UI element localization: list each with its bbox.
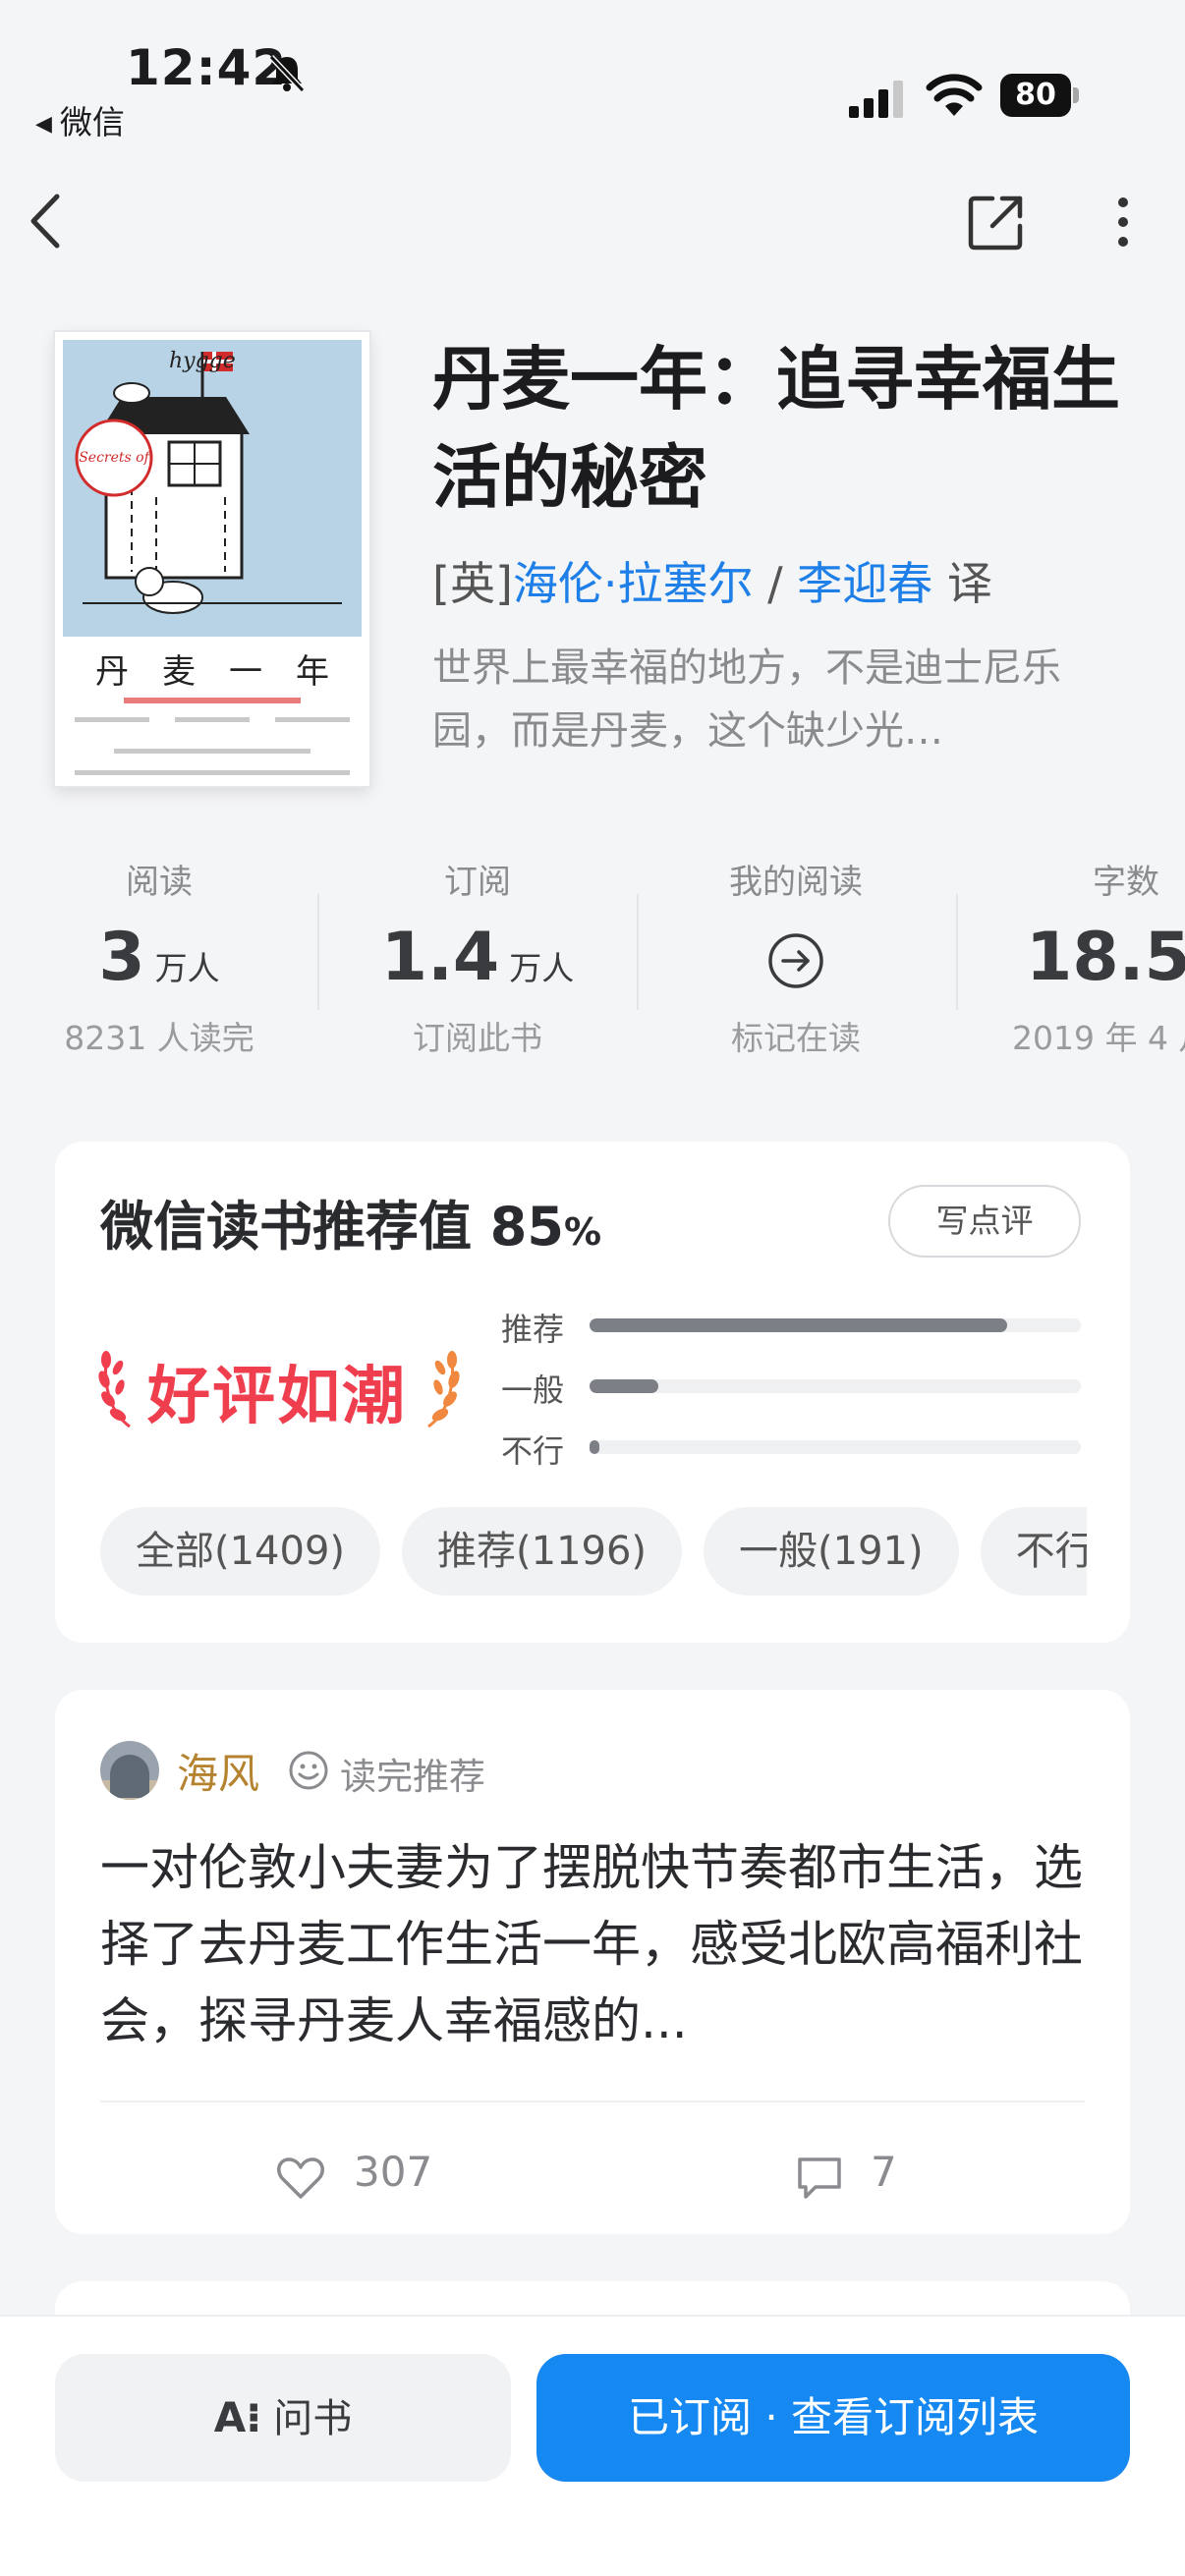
stat-reading[interactable]: 阅读 3 万人 8231 人读完: [12, 855, 307, 1059]
review-tag: 读完推荐: [340, 1756, 485, 1798]
stat-divider: [637, 894, 639, 1010]
stat-sub: 标记在读: [731, 1019, 861, 1057]
reviewer-avatar[interactable]: [100, 1741, 159, 1800]
recommend-title: 微信读书推荐值 85%: [100, 1183, 601, 1260]
rating-badge-text: 好评如潮: [147, 1361, 407, 1433]
more-options-icon[interactable]: [1100, 193, 1146, 252]
review-divider: [100, 2100, 1085, 2102]
battery-indicator: 80: [1000, 74, 1079, 117]
stat-label: 我的阅读: [729, 863, 863, 902]
book-cover[interactable]: Secrets of hygge 丹麦一年: [55, 332, 369, 786]
rating-bar-track: [590, 1318, 1081, 1332]
review-text[interactable]: 一对伦敦小夫妻为了摆脱快节奏都市生活，选择了去丹麦工作生活一年，感受北欧高福利社…: [100, 1829, 1083, 2059]
share-icon[interactable]: [967, 193, 1026, 252]
stat-sub: 2019 年 4 月上: [1012, 1019, 1185, 1057]
comment-icon[interactable]: [794, 2154, 845, 2201]
rating-bar-neutral: 一般: [501, 1366, 1081, 1409]
stat-label: 字数: [1093, 863, 1159, 902]
rating-badge: 好评如潮: [96, 1328, 480, 1436]
stat-sub: 订阅此书: [413, 1019, 542, 1057]
rating-bar-label: 一般: [501, 1372, 565, 1409]
book-authors: [英]海伦·拉塞尔 / 李迎春 译: [432, 548, 992, 613]
back-arrow-icon[interactable]: [22, 187, 81, 255]
write-review-button[interactable]: 写点评: [888, 1185, 1081, 1258]
stat-word-count[interactable]: 字数 18.5万 2019 年 4 月上: [1012, 855, 1185, 1059]
stat-value: 18.5: [1026, 919, 1185, 996]
cellular-signal-icon: [849, 81, 903, 118]
translator-suffix: 译: [932, 557, 992, 610]
reviewer-name[interactable]: 海风: [177, 1741, 259, 1801]
rating-bar-label: 不行: [501, 1432, 565, 1470]
filter-chip-recommend[interactable]: 推荐(1196): [402, 1507, 683, 1596]
author-prefix: [英]: [432, 557, 513, 610]
stat-divider: [317, 894, 319, 1010]
cover-red-line: [124, 698, 301, 703]
book-title: 丹麦一年：追寻幸福生活的秘密: [432, 339, 1120, 518]
back-to-app-link[interactable]: ◀ 微信: [35, 96, 125, 143]
rating-bar-negative: 不行: [501, 1427, 1081, 1470]
book-description[interactable]: 世界上最幸福的地方，不是迪士尼乐园，而是丹麦，这个缺少光…: [432, 637, 1110, 762]
ask-book-label: 问书: [273, 2396, 353, 2441]
svg-text:hygge: hygge: [169, 349, 236, 373]
author-separator: /: [753, 557, 798, 610]
back-app-label: 微信: [59, 103, 125, 141]
smile-icon: [289, 1751, 328, 1790]
status-time: 12:42: [126, 39, 288, 96]
like-count: 307: [354, 2148, 433, 2196]
stat-label: 阅读: [126, 863, 193, 902]
stat-my-reading[interactable]: 我的阅读 标记在读: [649, 855, 943, 1059]
stat-label: 订阅: [444, 863, 511, 902]
rating-bar-recommend: 推荐: [501, 1305, 1081, 1348]
rating-bar-fill: [590, 1379, 658, 1393]
stat-unit: 万人: [509, 949, 575, 987]
ask-book-button[interactable]: A⁝ 问书: [55, 2354, 511, 2482]
stat-subscribe[interactable]: 订阅 1.4 万人 订阅此书: [330, 855, 625, 1059]
recommend-title-text: 微信读书推荐值 85: [100, 1196, 564, 1258]
comment-count: 7: [871, 2148, 897, 2196]
filter-chip-neutral[interactable]: 一般(191): [704, 1507, 959, 1596]
laurel-right-icon: [427, 1351, 460, 1428]
stat-value: 1.4: [380, 919, 500, 996]
stat-sub: 8231 人读完: [64, 1019, 254, 1057]
cover-text-line: [275, 717, 350, 722]
rating-bar-track: [590, 1440, 1081, 1454]
bottom-action-bar: A⁝ 问书 已订阅 · 查看订阅列表: [0, 2317, 1185, 2576]
svg-text:Secrets of: Secrets of: [79, 450, 151, 466]
cover-text-line: [114, 749, 310, 754]
cover-text-line: [175, 717, 250, 722]
stat-value: 3: [98, 919, 145, 996]
back-triangle-icon: ◀: [35, 112, 52, 137]
heart-icon[interactable]: [275, 2154, 326, 2201]
subscription-list-button[interactable]: 已订阅 · 查看订阅列表: [536, 2354, 1130, 2482]
cover-illustration: Secrets of hygge: [63, 340, 362, 637]
review-card[interactable]: 海风 读完推荐 一对伦敦小夫妻为了摆脱快节奏都市生活，选择了去丹麦工作生活一年，…: [55, 1690, 1130, 2234]
ai-icon: A⁝: [213, 2393, 262, 2441]
rating-bar-track: [590, 1379, 1081, 1393]
cover-text-line: [75, 717, 149, 722]
rating-bar-fill: [590, 1440, 599, 1454]
rating-bar-label: 推荐: [501, 1311, 565, 1348]
arrow-right-circle-icon[interactable]: [766, 931, 825, 990]
review-filter-chips: 全部(1409) 推荐(1196) 一般(191) 不行: [100, 1507, 1087, 1601]
author-link[interactable]: 海伦·拉塞尔: [513, 557, 754, 610]
stat-divider: [956, 894, 958, 1010]
wifi-icon: [926, 74, 983, 116]
stat-unit: 万人: [154, 949, 220, 987]
recommend-card: 微信读书推荐值 85% 写点评 好评如潮 推荐 一般 不行 全部(1409) 推…: [55, 1142, 1130, 1643]
translator-link[interactable]: 李迎春: [797, 557, 932, 610]
cover-text-line: [75, 770, 350, 775]
filter-chip-all[interactable]: 全部(1409): [100, 1507, 381, 1596]
battery-nub: [1073, 87, 1079, 103]
cover-title: 丹麦一年: [95, 652, 363, 692]
laurel-left-icon: [98, 1351, 131, 1428]
battery-level: 80: [1000, 74, 1071, 117]
bell-off-icon: [268, 54, 306, 93]
rating-bar-fill: [590, 1318, 1007, 1332]
recommend-pct-sign: %: [563, 1210, 602, 1254]
filter-chip-negative[interactable]: 不行: [980, 1507, 1087, 1596]
